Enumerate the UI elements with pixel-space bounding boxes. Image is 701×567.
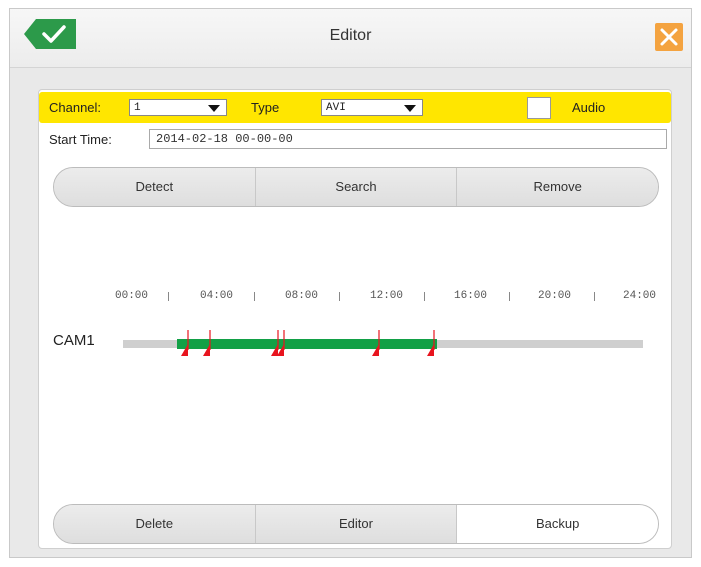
tick-mark: [339, 292, 340, 301]
title-bar: Editor: [10, 9, 691, 68]
close-button[interactable]: [655, 23, 683, 51]
top-actions: Detect Search Remove: [53, 167, 659, 207]
remove-button[interactable]: Remove: [457, 168, 658, 206]
channel-label: Channel:: [49, 100, 102, 115]
detect-button[interactable]: Detect: [54, 168, 256, 206]
channel-select[interactable]: 1: [129, 99, 227, 116]
tick-label: 16:00: [454, 290, 488, 302]
tick-label: 04:00: [200, 290, 234, 302]
tick-mark: [254, 292, 255, 301]
audio-checkbox[interactable]: [527, 97, 551, 119]
editor-panel: Channel: 1 Type AVI Audio Start Time: 20…: [38, 89, 672, 549]
channel-value: 1: [134, 102, 141, 114]
camera-label: CAM1: [53, 332, 95, 349]
editor-button[interactable]: Editor: [255, 505, 458, 543]
tick-label: 12:00: [370, 290, 404, 302]
type-select[interactable]: AVI: [321, 99, 423, 116]
tick-label: 24:00: [623, 290, 657, 302]
tick-label: 20:00: [538, 290, 572, 302]
type-label: Type: [251, 100, 280, 115]
tick-mark: [168, 292, 169, 301]
delete-button[interactable]: Delete: [54, 505, 256, 543]
tick-mark: [509, 292, 510, 301]
start-time-input[interactable]: 2014-02-18 00-00-00: [149, 129, 667, 149]
tick-mark: [594, 292, 595, 301]
event-marker-icon[interactable]: [372, 330, 386, 356]
chevron-down-icon: [208, 105, 220, 112]
filter-bar: Channel: 1 Type AVI Audio: [39, 92, 671, 123]
tick-label: 08:00: [285, 290, 319, 302]
chevron-down-icon: [404, 105, 416, 112]
timeline: 00:00 04:00 08:00 12:00 16:00 20:00 24:0…: [39, 290, 671, 390]
editor-window: Editor Channel: 1 Type AVI Audio Start T…: [9, 8, 692, 558]
tick-label: 00:00: [115, 290, 149, 302]
start-time-label: Start Time:: [49, 132, 112, 147]
event-marker-icon[interactable]: [181, 330, 195, 356]
backup-button[interactable]: Backup: [457, 505, 658, 543]
tick-mark: [424, 292, 425, 301]
start-time-row: Start Time: 2014-02-18 00-00-00: [45, 129, 667, 151]
window-title: Editor: [329, 27, 372, 44]
event-marker-icon[interactable]: [426, 330, 441, 356]
search-button[interactable]: Search: [255, 168, 458, 206]
type-value: AVI: [326, 102, 346, 114]
audio-label: Audio: [572, 100, 606, 115]
bottom-actions: Delete Editor Backup: [53, 504, 659, 544]
event-marker-icon[interactable]: [276, 330, 291, 356]
event-marker-icon[interactable]: [202, 330, 217, 356]
close-icon: [660, 28, 678, 46]
